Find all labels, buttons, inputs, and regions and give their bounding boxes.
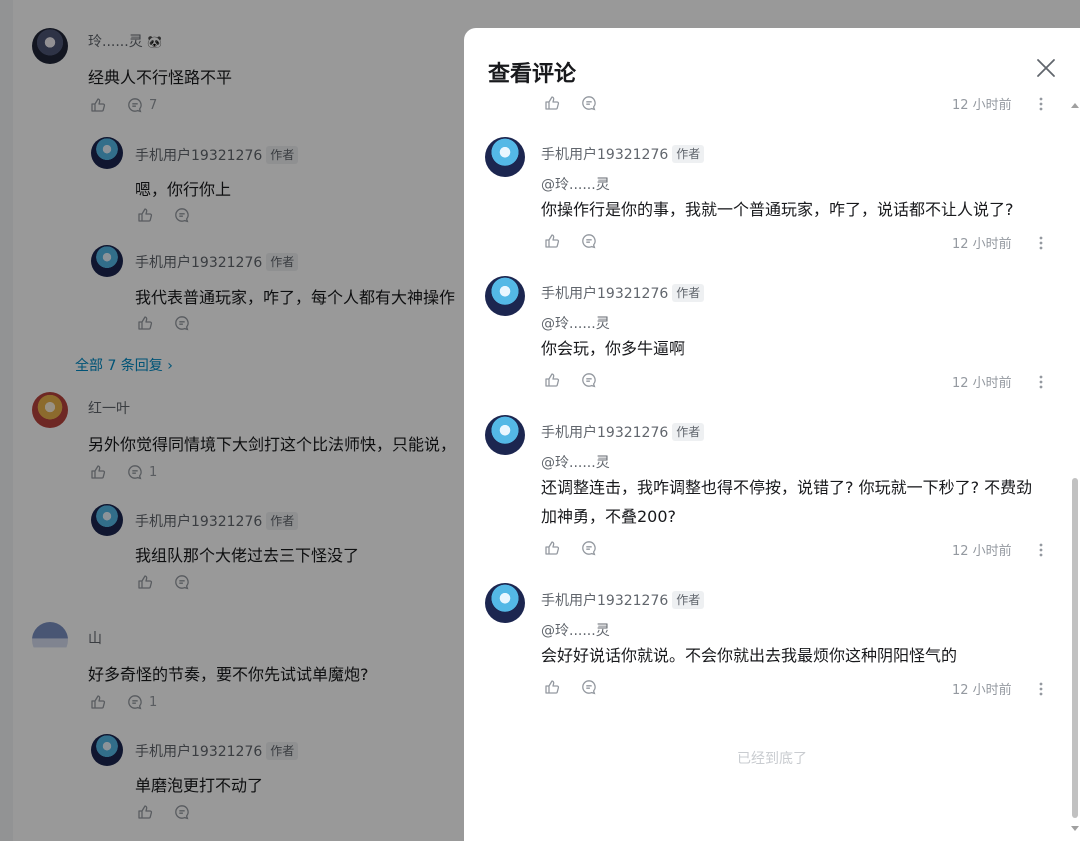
vertical-dots-icon[interactable] — [1039, 681, 1043, 696]
avatar[interactable] — [485, 583, 525, 623]
author-tag: 作者 — [672, 145, 705, 163]
thumbs-up-icon[interactable] — [544, 679, 560, 695]
dialog-title: 查看评论 — [488, 62, 577, 87]
vertical-dots-icon[interactable] — [1039, 235, 1043, 250]
reply-actions — [544, 94, 597, 112]
scrollbar-thumb[interactable] — [1072, 478, 1078, 818]
chat-bubble-icon[interactable] — [581, 540, 597, 556]
reply-username[interactable]: 手机用户19321276 作者 — [541, 144, 705, 164]
chat-bubble-icon[interactable] — [581, 679, 597, 695]
end-of-list-text: 已经到底了 — [737, 751, 807, 767]
reply-username[interactable]: 手机用户19321276 作者 — [541, 590, 705, 610]
avatar[interactable] — [485, 137, 525, 177]
reply-text: 还调整连击，我咋调整也得不停按，说错了? 你玩就一下秒了? 不费劲加神勇，不叠2… — [541, 478, 1033, 526]
scrollbar[interactable] — [1069, 100, 1080, 841]
mention-text[interactable]: @玲......灵 — [541, 174, 610, 194]
view-comments-dialog: 查看评论 12 小时前 手机用户19321276 作者 @玲......灵 你操作… — [464, 28, 1080, 841]
mention-text[interactable]: @玲......灵 — [541, 452, 610, 472]
reply-text: 你会玩，你多牛逼啊 — [541, 339, 686, 358]
mention-text[interactable]: @玲......灵 — [541, 620, 610, 640]
reply-time: 12 小时前 — [952, 683, 1012, 698]
reply-actions — [544, 371, 597, 389]
reply-time: 12 小时前 — [952, 544, 1012, 559]
vertical-dots-icon[interactable] — [1039, 374, 1043, 389]
author-tag: 作者 — [672, 423, 705, 441]
vertical-dots-icon[interactable] — [1039, 542, 1043, 557]
thumbs-up-icon[interactable] — [544, 233, 560, 249]
thumbs-up-icon[interactable] — [544, 540, 560, 556]
chat-bubble-icon[interactable] — [581, 233, 597, 249]
scroll-down-arrow-icon[interactable] — [1071, 826, 1079, 831]
thumbs-up-icon[interactable] — [544, 372, 560, 388]
avatar[interactable] — [485, 415, 525, 455]
avatar[interactable] — [485, 276, 525, 316]
reply-text: 会好好说话你就说。不会你就出去我最烦你这种阴阳怪气的 — [541, 646, 958, 665]
mention-text[interactable]: @玲......灵 — [541, 313, 610, 333]
author-tag: 作者 — [672, 284, 705, 302]
author-tag: 作者 — [672, 591, 705, 609]
reply-username[interactable]: 手机用户19321276 作者 — [541, 422, 705, 442]
vertical-dots-icon[interactable] — [1039, 96, 1043, 111]
chat-bubble-icon[interactable] — [581, 372, 597, 388]
thumbs-up-icon[interactable] — [544, 95, 560, 111]
reply-time: 12 小时前 — [952, 237, 1012, 252]
reply-time: 12 小时前 — [952, 98, 1012, 113]
reply-actions — [544, 232, 597, 250]
reply-actions — [544, 678, 597, 696]
reply-text: 你操作行是你的事，我就一个普通玩家，咋了，说话都不让人说了? — [541, 200, 1014, 219]
close-icon[interactable] — [1034, 56, 1058, 80]
reply-time: 12 小时前 — [952, 376, 1012, 391]
reply-username[interactable]: 手机用户19321276 作者 — [541, 283, 705, 303]
chat-bubble-icon[interactable] — [581, 95, 597, 111]
scroll-up-arrow-icon[interactable] — [1071, 103, 1079, 108]
reply-actions — [544, 539, 597, 557]
